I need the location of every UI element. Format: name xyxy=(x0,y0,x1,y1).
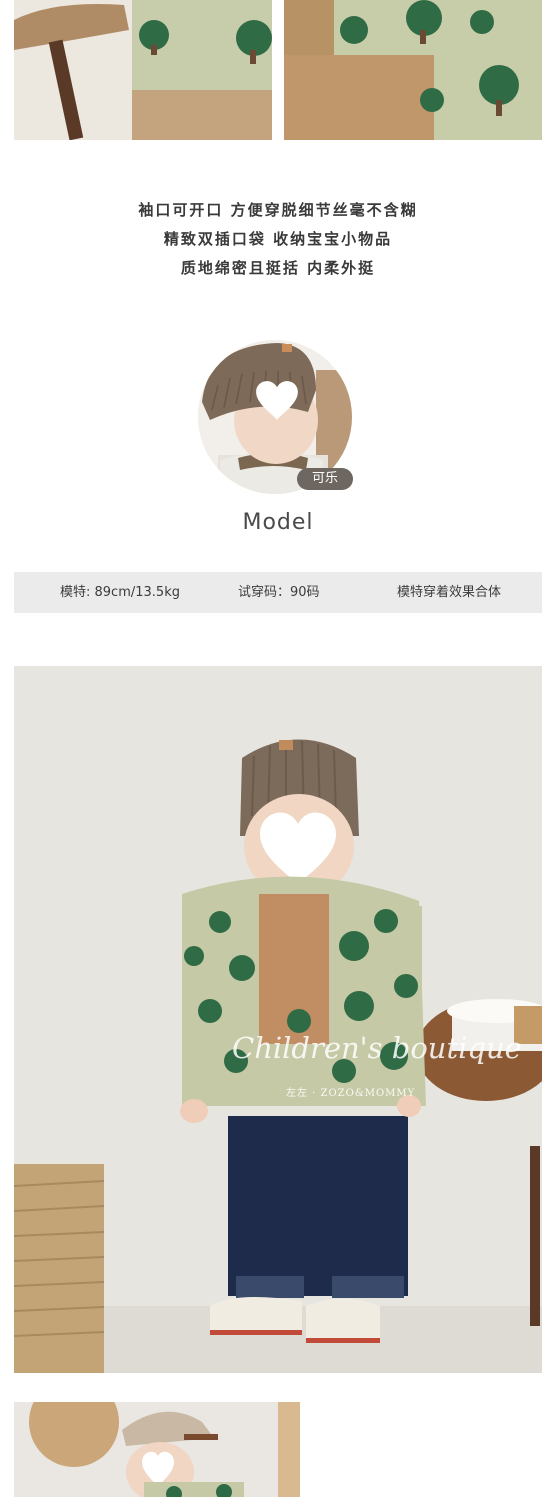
model-section-title: Model xyxy=(242,510,314,535)
trial-size-info: 试穿码：90码 xyxy=(238,585,320,600)
model-name-badge: 可乐 xyxy=(297,468,353,490)
bottom-product-photo xyxy=(14,1402,300,1497)
model-info-bar: 模特: 89cm/13.5kg 试穿码：90码 模特穿着效果合体 xyxy=(14,572,542,613)
watermark-brand-text: 左左 · ZOZO&MOMMY xyxy=(286,1088,416,1099)
top-right-photo xyxy=(284,0,542,140)
watermark-script-text: Children's boutique xyxy=(232,1031,522,1065)
model-size-info: 模特: 89cm/13.5kg xyxy=(60,585,180,600)
feature-line-3: 质地绵密且挺括 内柔外挺 xyxy=(180,259,376,277)
feature-line-1: 袖口可开口 方便穿脱细节丝毫不含糊 xyxy=(138,201,418,219)
feature-description: 袖口可开口 方便穿脱细节丝毫不含糊 精致双插口袋 收纳宝宝小物品 质地绵密且挺括… xyxy=(0,196,556,283)
fit-note: 模特穿着效果合体 xyxy=(397,585,502,600)
feature-line-2: 精致双插口袋 收纳宝宝小物品 xyxy=(163,230,393,248)
main-product-photo: Children's boutique 左左 · ZOZO&MOMMY xyxy=(14,666,542,1373)
top-left-photo xyxy=(14,0,272,140)
